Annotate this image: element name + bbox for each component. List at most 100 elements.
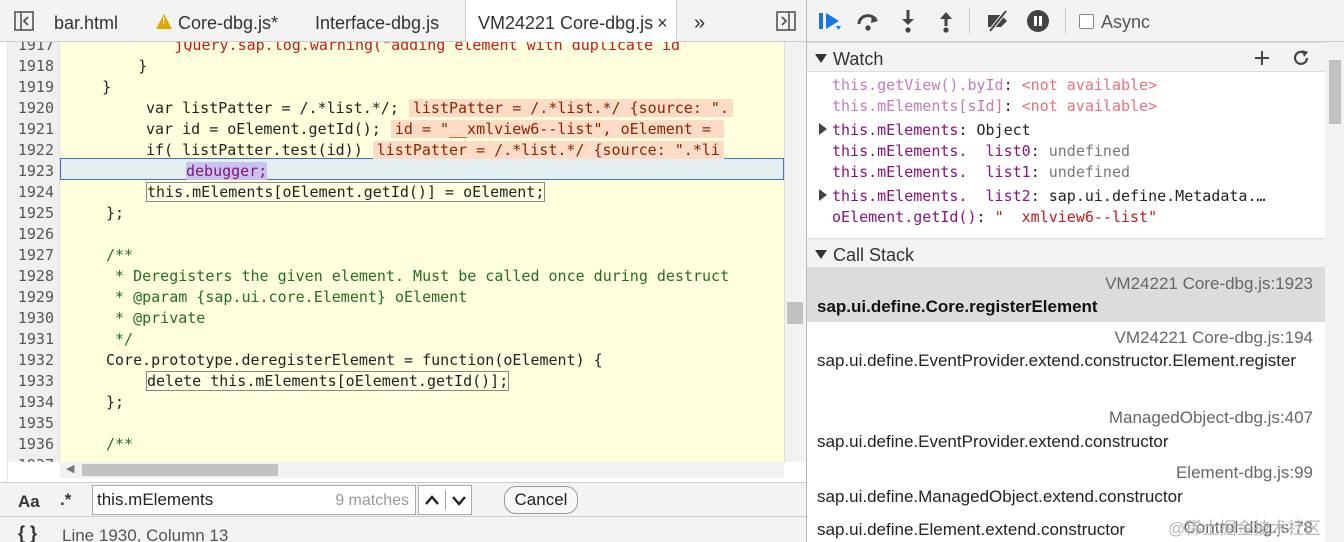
line-number[interactable]: 1936 — [8, 435, 54, 453]
resume-icon[interactable] — [817, 8, 843, 34]
line-number[interactable]: 1933 — [8, 372, 54, 390]
code-line: jQuery.sap.log.warning("adding element w… — [66, 42, 681, 54]
line-number[interactable]: 1926 — [8, 225, 54, 243]
line-number[interactable]: 1919 — [8, 78, 54, 96]
call-frame[interactable]: ManagedObject-dbg.js:407 sap.ui.define.E… — [807, 404, 1325, 458]
previous-match-icon[interactable] — [424, 494, 440, 506]
line-number[interactable]: 1920 — [8, 99, 54, 117]
watch-name: this.mElements[sId] — [832, 97, 1004, 115]
inline-variable-value: listPatter = /.*list.*/ {source: ". — [408, 99, 733, 117]
call-frame-selected[interactable]: VM24221 Core-dbg.js:1923 sap.ui.define.C… — [807, 268, 1325, 322]
code-line-current: debugger; — [186, 162, 268, 180]
watch-expression[interactable]: this.mElements: Object — [807, 121, 1325, 142]
cancel-search-button[interactable]: Cancel — [504, 486, 578, 514]
refresh-icon[interactable] — [1291, 48, 1311, 68]
frame-location[interactable]: VM24221 Core-dbg.js:194 — [1115, 328, 1313, 348]
watch-expression[interactable]: this.mElements[sId]: <not available> — [807, 97, 1325, 118]
line-number[interactable]: 1934 — [8, 393, 54, 411]
code-editor[interactable]: 1917 1918 1919 1920 1921 1922 1923 1924 … — [8, 42, 784, 462]
line-number[interactable]: 1917 — [8, 42, 54, 54]
inline-variable-value: listPatter = /.*list.*/ {source: ".*li — [372, 141, 724, 159]
tab-core-dbg-js[interactable]: Core-dbg.js* — [150, 0, 290, 42]
tab-bar-html[interactable]: bar.html — [42, 0, 130, 42]
call-frame[interactable]: Element-dbg.js:99 sap.ui.define.ManagedO… — [807, 459, 1325, 513]
editor-vertical-scrollbar[interactable] — [784, 42, 806, 462]
watch-expression[interactable]: this.mElements. list0: undefined — [807, 142, 1325, 163]
expand-triangle-icon[interactable] — [819, 189, 827, 201]
line-number[interactable]: 1927 — [8, 246, 54, 264]
search-match-highlight: this.mElements[oElement.getId()] = oElem… — [146, 182, 546, 202]
match-case-toggle[interactable]: Aa — [18, 492, 40, 512]
pretty-print-button[interactable]: { } — [18, 523, 37, 542]
scrollbar-thumb[interactable] — [787, 302, 803, 324]
add-watch-icon[interactable] — [1253, 49, 1271, 67]
tab-vm24221-core-dbg-js[interactable]: VM24221 Core-dbg.js × — [465, 0, 677, 42]
line-number[interactable]: 1929 — [8, 288, 54, 306]
code-text: if( listPatter.test(id)) — [146, 141, 363, 159]
line-number[interactable]: 1931 — [8, 330, 54, 348]
debugger-sidebar: Async Watch this.getView().byId: <not av… — [806, 0, 1344, 542]
search-field[interactable]: 9 matches — [92, 485, 416, 515]
next-match-icon[interactable] — [451, 495, 467, 507]
call-stack-section-header[interactable]: Call Stack — [807, 238, 1325, 268]
line-number[interactable]: 1928 — [8, 267, 54, 285]
expand-triangle-icon[interactable] — [819, 123, 827, 135]
watch-value: sap.ui.define.Metadata.… — [1048, 187, 1266, 205]
editor-status-bar: { } Line 1930, Column 13 — [0, 516, 806, 542]
line-number[interactable]: 1924 — [8, 183, 54, 201]
watch-expression[interactable]: oElement.getId(): " xmlview6--list" — [807, 208, 1325, 229]
frame-location[interactable]: VM24221 Core-dbg.js:1923 — [1105, 274, 1313, 294]
tab-label: Interface-dbg.js — [315, 13, 440, 33]
watch-expression[interactable]: this.getView().byId: <not available> — [807, 76, 1325, 97]
line-number[interactable]: 1937 — [8, 456, 54, 462]
warning-icon — [156, 14, 172, 29]
line-number[interactable]: 1923 — [8, 162, 54, 180]
watch-expression[interactable]: this.mElements. list2: sap.ui.define.Met… — [807, 187, 1325, 208]
line-number[interactable]: 1922 — [8, 141, 54, 159]
code-line: Core.prototype.deregisterElement = funct… — [106, 351, 603, 369]
line-number[interactable]: 1932 — [8, 351, 54, 369]
frame-location[interactable]: ManagedObject-dbg.js:407 — [1109, 408, 1313, 428]
collapse-triangle-icon[interactable] — [815, 250, 827, 259]
watch-expressions-list: this.getView().byId: <not available> thi… — [807, 72, 1325, 238]
debugger-toolbar: Async — [807, 0, 1344, 42]
scroll-left-icon[interactable]: ◀ — [66, 462, 74, 475]
code-line: this.mElements[oElement.getId()] = oElem… — [146, 182, 546, 202]
watch-value: undefined — [1048, 163, 1131, 181]
scrollbar-thumb[interactable] — [82, 464, 278, 476]
code-line: }; — [106, 393, 125, 411]
close-tab-icon[interactable]: × — [657, 13, 668, 33]
line-number[interactable]: 1935 — [8, 414, 54, 432]
collapse-triangle-icon[interactable] — [815, 54, 827, 63]
sidebar-vertical-scrollbar[interactable] — [1325, 42, 1344, 542]
cursor-position: Line 1930, Column 13 — [62, 526, 229, 542]
watch-expression[interactable]: this.mElements. list1: undefined — [807, 163, 1325, 184]
code-comment: /** — [106, 435, 134, 453]
watch-section-header[interactable]: Watch — [807, 42, 1325, 72]
toggle-navigator-icon[interactable] — [14, 11, 34, 31]
code-text: var listPatter = /.*list.*/; — [146, 99, 399, 117]
frame-location[interactable]: Element-dbg.js:99 — [1176, 463, 1313, 483]
pause-on-exceptions-icon[interactable] — [1025, 8, 1051, 34]
more-tabs-button[interactable]: » — [690, 0, 709, 42]
debugger-statement: debugger; — [186, 162, 268, 180]
watch-value: <not available> — [1021, 97, 1158, 115]
line-number[interactable]: 1925 — [8, 204, 54, 222]
call-frame[interactable]: VM24221 Core-dbg.js:194 sap.ui.define.Ev… — [807, 324, 1325, 402]
tab-interface-dbg-js[interactable]: Interface-dbg.js — [303, 0, 451, 42]
step-into-icon[interactable] — [895, 8, 921, 34]
line-number[interactable]: 1921 — [8, 120, 54, 138]
async-checkbox[interactable] — [1079, 14, 1094, 29]
editor-horizontal-scrollbar[interactable]: ◀ — [60, 462, 784, 478]
line-number[interactable]: 1918 — [8, 57, 54, 75]
scrollbar-thumb[interactable] — [1329, 60, 1341, 124]
line-number[interactable]: 1930 — [8, 309, 54, 327]
code-comment: * @private — [106, 309, 206, 327]
toggle-debugger-icon[interactable] — [776, 11, 796, 31]
tab-label: bar.html — [54, 13, 119, 33]
search-input[interactable] — [97, 489, 327, 511]
step-out-icon[interactable] — [933, 8, 959, 34]
regex-toggle[interactable]: .* — [60, 490, 71, 510]
deactivate-breakpoints-icon[interactable] — [985, 8, 1011, 34]
step-over-icon[interactable] — [855, 8, 881, 34]
